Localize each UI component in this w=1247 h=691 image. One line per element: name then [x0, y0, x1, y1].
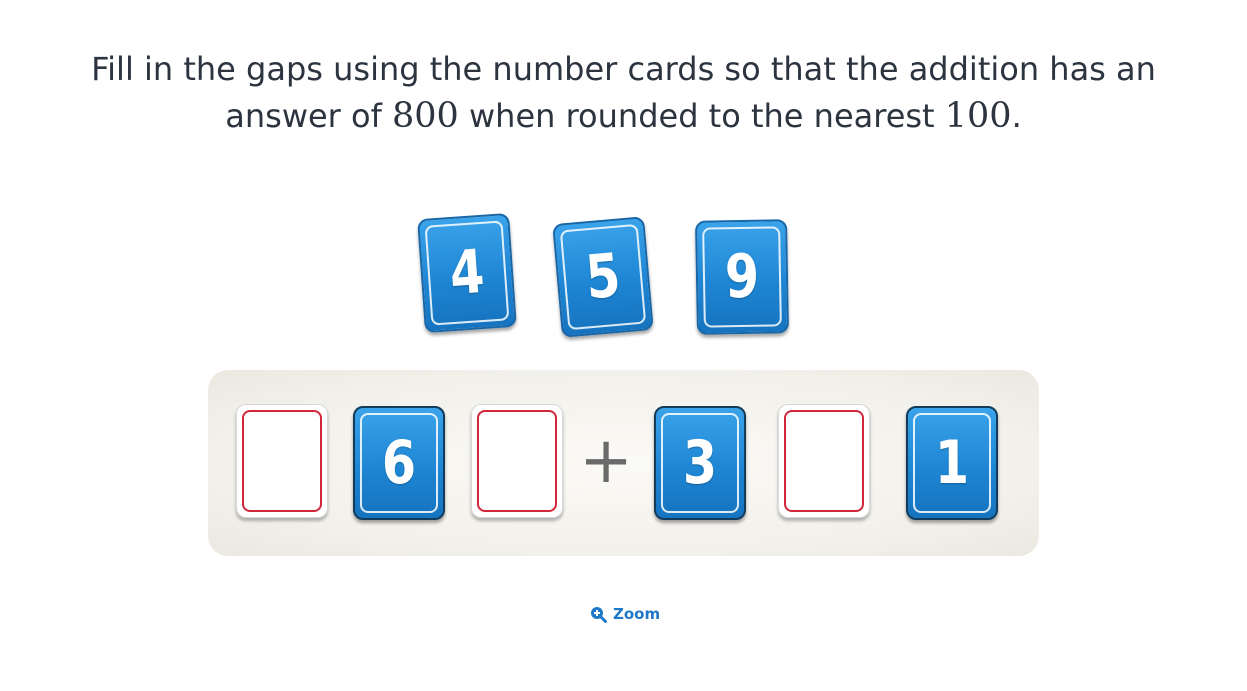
slot-inner-border	[242, 410, 322, 512]
drop-slot-3[interactable]	[778, 404, 870, 518]
question-text: Fill in the gaps using the number cards …	[40, 46, 1207, 140]
question-text-part: when rounded to the nearest	[458, 97, 945, 135]
card-digit: 4	[447, 236, 487, 310]
fixed-card-6: 6	[353, 406, 445, 520]
fixed-card-1: 1	[906, 406, 998, 520]
target-number: 800	[392, 96, 459, 136]
zoom-label: Zoom	[613, 605, 661, 623]
card-digit: 1	[934, 428, 970, 498]
question-text-part: answer of	[225, 97, 393, 135]
zoom-in-icon	[590, 606, 607, 623]
question-text-part: .	[1011, 97, 1022, 135]
number-card-4[interactable]: 4	[417, 212, 517, 334]
rounding-number: 100	[944, 96, 1012, 136]
plus-sign: +	[579, 424, 633, 498]
slot-inner-border	[477, 410, 557, 512]
card-digit: 6	[381, 428, 417, 498]
slot-inner-border	[784, 410, 864, 512]
question-line-2: answer of 800 when rounded to the neares…	[40, 93, 1207, 140]
question-line-1: Fill in the gaps using the number cards …	[91, 50, 1156, 88]
fixed-card-3: 3	[654, 406, 746, 520]
card-digit: 5	[582, 240, 624, 314]
card-digit: 3	[682, 428, 718, 498]
drop-slot-2[interactable]	[471, 404, 563, 518]
zoom-button[interactable]: Zoom	[590, 603, 660, 625]
number-card-9[interactable]: 9	[695, 219, 789, 335]
card-digit: 9	[724, 241, 760, 313]
drop-slot-1[interactable]	[236, 404, 328, 518]
number-card-5[interactable]: 5	[552, 216, 654, 338]
